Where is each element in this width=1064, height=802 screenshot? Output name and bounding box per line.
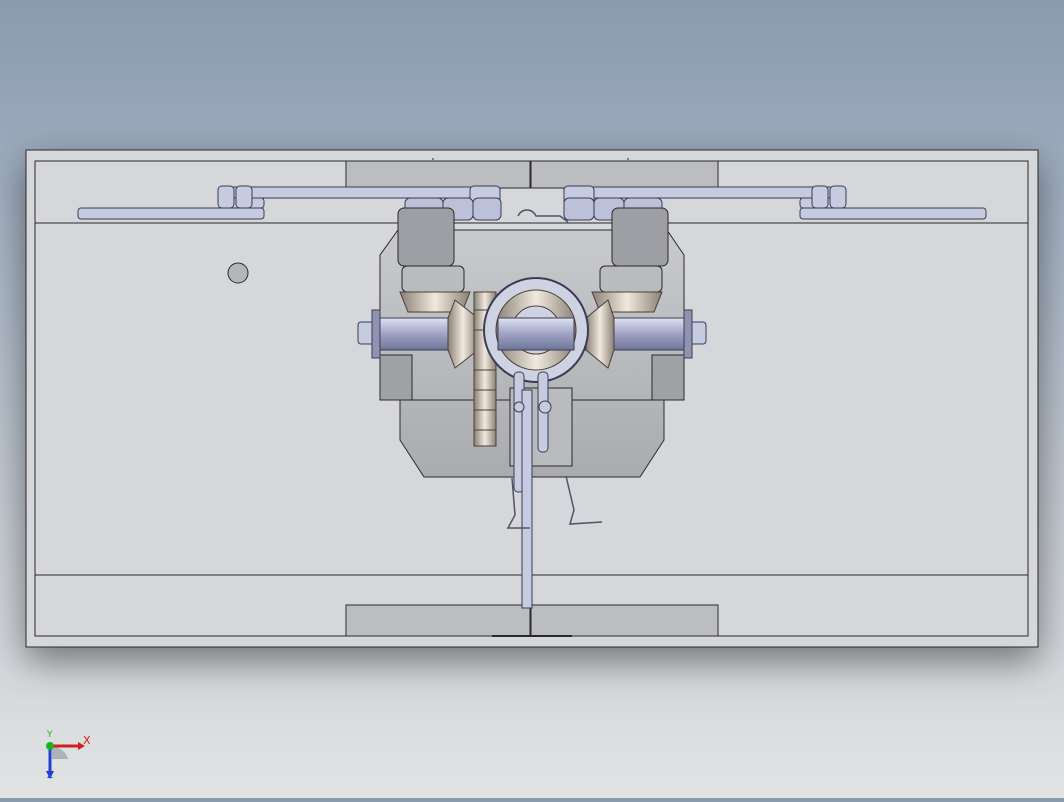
y-axis-dot	[46, 742, 54, 750]
mounting-hole	[227, 262, 249, 284]
graphics-viewport[interactable]: X Y Z	[0, 0, 1064, 798]
top-mount-block[interactable]	[345, 160, 719, 189]
model-view[interactable]	[0, 0, 1064, 798]
motor-left[interactable]	[397, 207, 465, 293]
bottom-mount-block[interactable]	[345, 604, 719, 637]
triad-y-label: Y	[47, 730, 53, 740]
triad-x-label: X	[83, 734, 91, 747]
orientation-triad: X Y Z	[38, 730, 98, 783]
triad-z-label: Z	[47, 771, 54, 781]
differential-gear[interactable]	[483, 277, 589, 383]
